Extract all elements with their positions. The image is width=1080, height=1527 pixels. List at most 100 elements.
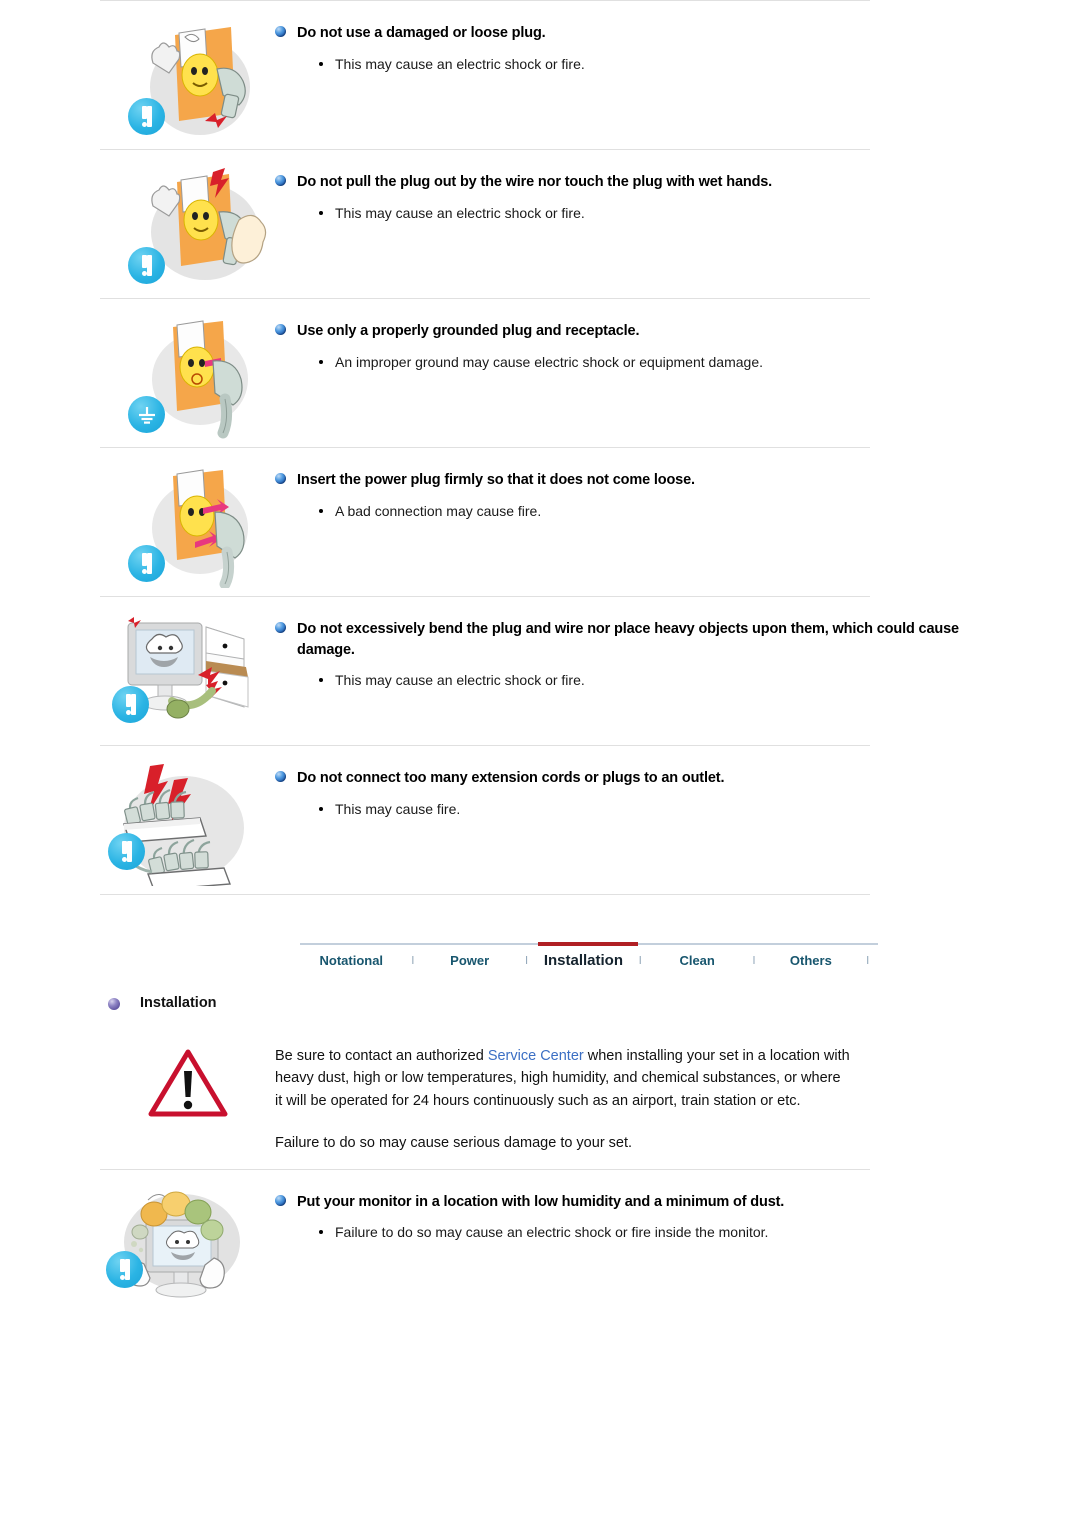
section-title-text: Installation: [140, 995, 217, 1011]
blue-bullet-icon: [275, 175, 286, 186]
safety-bullet: Failure to do so may cause an electric s…: [275, 1222, 970, 1243]
section-title-installation: Installation: [108, 995, 1080, 1011]
safety-bullet-text: This may cause an electric shock or fire…: [335, 204, 585, 221]
safety-row: Do not pull the plug out by the wire nor…: [100, 150, 970, 298]
safety-heading: Use only a properly grounded plug and re…: [275, 321, 970, 342]
service-center-link[interactable]: Service Center: [488, 1048, 584, 1064]
exclamation-icon: [128, 247, 165, 284]
installation-warning-row: Be sure to contact an authorized Service…: [100, 1011, 970, 1169]
safety-heading: Do not pull the plug out by the wire nor…: [275, 172, 970, 193]
safety-text-block: Do not excessively bend the plug and wir…: [275, 611, 970, 691]
safety-bullet: This may cause an electric shock or fire…: [275, 203, 970, 224]
exclamation-icon: [128, 98, 165, 135]
safety-manual-page: Do not use a damaged or loose plug. This…: [0, 0, 1080, 1318]
safety-row: Use only a properly grounded plug and re…: [100, 299, 970, 447]
safety-bullet-text: This may cause fire.: [335, 800, 461, 817]
bullet-dot-icon: [319, 806, 323, 811]
tab-underline: [300, 942, 878, 946]
blue-bullet-icon: [275, 771, 286, 782]
exclamation-icon: [106, 1250, 143, 1288]
safety-heading-text: Do not use a damaged or loose plug.: [297, 25, 546, 41]
safety-bullet: A bad connection may cause fire.: [275, 501, 970, 522]
safety-text-block: Do not connect too many extension cords …: [275, 760, 970, 820]
safety-heading-text: Put your monitor in a location with low …: [297, 1193, 785, 1210]
installation-text-block: Be sure to contact an authorized Service…: [275, 1041, 970, 1155]
safety-row: Do not use a damaged or loose plug. This…: [100, 1, 970, 149]
safety-row: Insert the power plug firmly so that it …: [100, 448, 970, 596]
figure-dusty-monitor: [100, 1184, 275, 1312]
figure-bent-wire: [100, 611, 275, 739]
bullet-dot-icon: [319, 61, 323, 66]
safety-bullet-text: An improper ground may cause electric sh…: [335, 353, 763, 370]
exclamation-icon: [112, 686, 149, 723]
safety-row: Do not excessively bend the plug and wir…: [100, 597, 970, 745]
blue-bullet-icon: [275, 324, 286, 335]
tab-others[interactable]: Others: [764, 953, 857, 968]
tab-navigation: Notational l Power l Installation l Clea…: [300, 942, 878, 969]
wet-hands-plug-illustration: [151, 168, 267, 280]
tab-notational[interactable]: Notational: [300, 953, 403, 968]
safety-bullet-text: A bad connection may cause fire.: [335, 502, 542, 519]
safety-text-block: Do not pull the plug out by the wire nor…: [275, 164, 970, 224]
bullet-dot-icon: [319, 508, 323, 513]
safety-bullet-text: This may cause an electric shock or fire…: [335, 672, 585, 689]
figure-grounded-plug: [100, 313, 275, 441]
safety-heading-text: Use only a properly grounded plug and re…: [297, 323, 640, 339]
tab-separator: l: [411, 954, 415, 967]
safety-heading: Do not excessively bend the plug and wir…: [275, 619, 970, 660]
blue-bullet-icon: [275, 473, 286, 484]
safety-text-block: Use only a properly grounded plug and re…: [275, 313, 970, 373]
safety-text-block: Do not use a damaged or loose plug. This…: [275, 15, 970, 75]
safety-heading: Do not connect too many extension cords …: [275, 768, 970, 789]
paragraph-lead-text: Be sure to contact an authorized: [275, 1048, 488, 1064]
blue-bullet-icon: [275, 1194, 286, 1206]
tab-separator: l: [752, 954, 756, 967]
installation-paragraph-2: Failure to do so may cause serious damag…: [275, 1135, 633, 1152]
bullet-dot-icon: [319, 210, 323, 215]
safety-heading: Insert the power plug firmly so that it …: [275, 470, 970, 491]
safety-heading: Put your monitor in a location with low …: [275, 1192, 970, 1213]
safety-heading-text: Do not excessively bend the plug and wir…: [297, 621, 959, 658]
purple-bullet-icon: [108, 998, 120, 1010]
safety-row: Do not connect too many extension cords …: [100, 746, 970, 894]
safety-heading-text: Do not connect too many extension cords …: [297, 770, 725, 786]
safety-bullet: This may cause an electric shock or fire…: [275, 54, 970, 75]
tab-active-indicator: [538, 942, 638, 946]
safety-bullet: An improper ground may cause electric sh…: [275, 352, 970, 373]
safety-bullet-text: Failure to do so may cause an electric s…: [335, 1224, 769, 1241]
safety-bullet: This may cause an electric shock or fire…: [275, 670, 970, 691]
tab-separator: l: [639, 954, 642, 967]
safety-heading: Do not use a damaged or loose plug.: [275, 23, 970, 44]
divider: [100, 894, 870, 895]
exclamation-icon: [128, 545, 165, 582]
dusty-monitor-illustration: [124, 1191, 240, 1298]
safety-heading-text: Insert the power plug firmly so that it …: [297, 472, 695, 488]
earth-ground-glyph: [138, 406, 155, 424]
tab-clean[interactable]: Clean: [651, 953, 744, 968]
exclamation-icon: [108, 833, 145, 870]
bullet-dot-icon: [319, 678, 323, 683]
safety-bullet: This may cause fire.: [275, 799, 970, 820]
tab-power[interactable]: Power: [423, 953, 516, 968]
safety-row: Put your monitor in a location with low …: [100, 1170, 970, 1318]
ground-icon: [128, 396, 165, 433]
tab-separator: l: [525, 954, 528, 967]
figure-extension-cords: [100, 760, 275, 888]
figure-warning: [100, 1041, 275, 1151]
tab-list: Notational l Power l Installation l Clea…: [300, 952, 878, 969]
figure-wet-hands: [100, 164, 275, 292]
blue-bullet-icon: [275, 622, 286, 633]
safety-bullet-text: This may cause an electric shock or fire…: [335, 55, 585, 72]
bullet-dot-icon: [319, 359, 323, 364]
installation-paragraph: Be sure to contact an authorized Service…: [275, 1045, 850, 1112]
warning-triangle-icon: [148, 1049, 228, 1117]
safety-text-block: Insert the power plug firmly so that it …: [275, 462, 970, 522]
blue-bullet-icon: [275, 26, 286, 37]
safety-text-block: Put your monitor in a location with low …: [275, 1184, 970, 1244]
figure-firm-plug: [100, 462, 275, 590]
tab-separator: l: [866, 954, 869, 967]
tab-installation[interactable]: Installation: [537, 952, 630, 969]
bullet-dot-icon: [319, 1230, 323, 1235]
figure-damaged-plug: [100, 15, 275, 143]
safety-heading-text: Do not pull the plug out by the wire nor…: [297, 174, 773, 190]
